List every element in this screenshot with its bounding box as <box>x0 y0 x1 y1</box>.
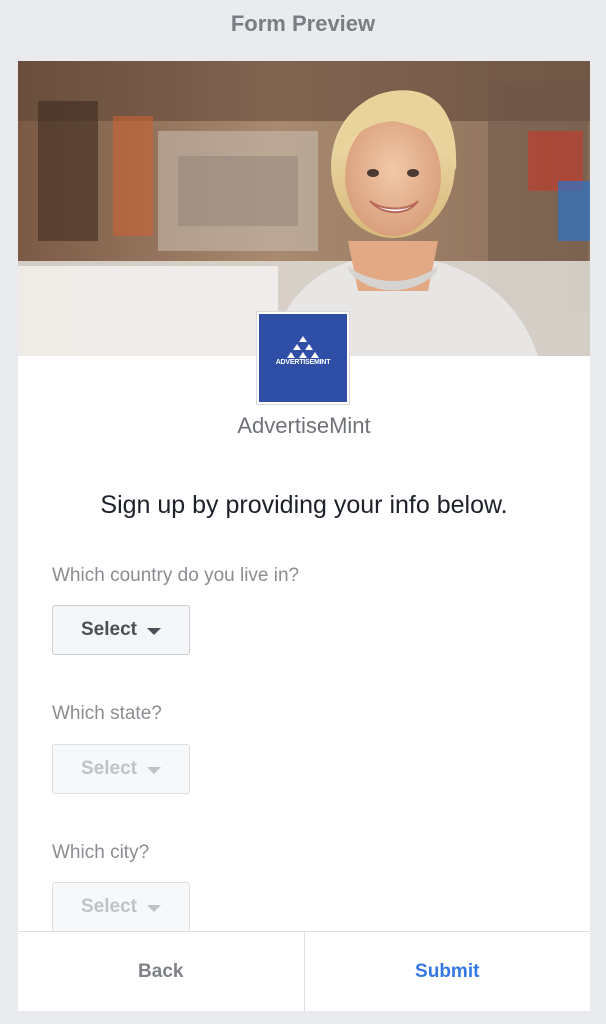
caret-down-icon <box>146 904 161 912</box>
caret-down-icon <box>146 627 161 635</box>
logo-mark-icon <box>287 336 319 358</box>
lead-form-card: ADVERTISEMINT AdvertiseMint Sign up by p… <box>18 61 590 1011</box>
question-city-label: Which city? <box>52 842 150 863</box>
form-preview-page: Form Preview ADVERTISEMINT AdvertiseMint… <box>0 0 606 1024</box>
city-select-value: Select <box>81 896 137 917</box>
state-select-value: Select <box>81 758 137 779</box>
advertiser-name: AdvertiseMint <box>237 413 371 438</box>
country-select-value: Select <box>81 619 137 640</box>
back-button[interactable]: Back <box>18 932 305 1011</box>
form-footer: Back Submit <box>18 931 590 1011</box>
preview-title: Form Preview <box>230 11 376 36</box>
logo-wordmark: ADVERTISEMINT <box>275 359 331 366</box>
submit-button[interactable]: Submit <box>305 932 591 1011</box>
question-country-label: Which country do you live in? <box>52 565 300 586</box>
country-select[interactable]: Select <box>52 605 190 655</box>
advertiser-logo: ADVERTISEMINT <box>257 312 349 404</box>
caret-down-icon <box>146 766 161 774</box>
question-state-label: Which state? <box>52 703 162 724</box>
form-headline: Sign up by providing your info below. <box>100 491 508 519</box>
state-select[interactable]: Select <box>52 744 190 794</box>
city-select[interactable]: Select <box>52 882 190 932</box>
